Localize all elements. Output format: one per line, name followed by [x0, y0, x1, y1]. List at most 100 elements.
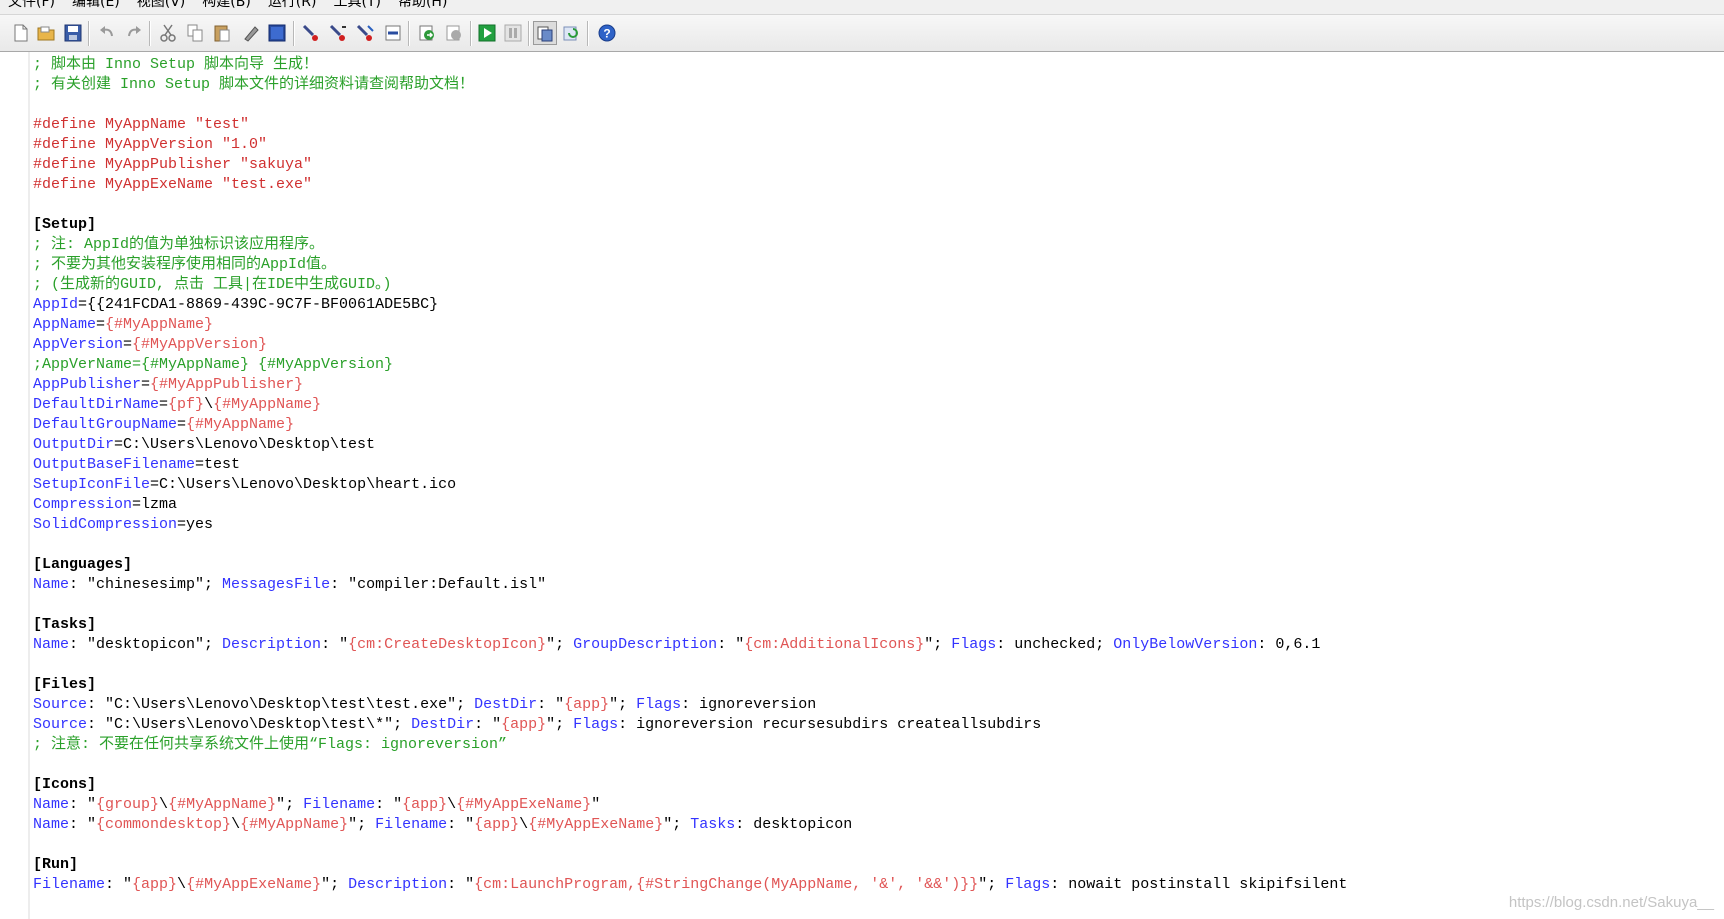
- code-token: [Run]: [33, 856, 79, 873]
- code-token: ";: [348, 816, 376, 833]
- code-token: : ": [474, 716, 502, 733]
- select-all-icon[interactable]: [266, 22, 288, 44]
- code-line: DefaultDirName={pf}\{#MyAppName}: [33, 395, 1347, 415]
- code-token: [Files]: [33, 676, 97, 693]
- stop-compile-icon[interactable]: [443, 22, 465, 44]
- code-line: Name: "{commondesktop}\{#MyAppName}"; Fi…: [33, 815, 1347, 835]
- code-token: {cm:LaunchProgram,{#StringChange(MyAppNa…: [474, 876, 979, 893]
- code-line: [Languages]: [33, 555, 1347, 575]
- redo-icon[interactable]: [123, 22, 145, 44]
- code-token: ={{241FCDA1-8869-439C-9C7F-BF0061ADE5BC}: [78, 296, 439, 313]
- menu-tools[interactable]: 工具(T): [333, 0, 380, 9]
- paste-icon[interactable]: [211, 22, 233, 44]
- code-token: : ": [537, 696, 565, 713]
- help-icon[interactable]: ?: [596, 22, 618, 44]
- code-token: Name: [33, 636, 70, 653]
- code-line: OutputBaseFilename=test: [33, 455, 1347, 475]
- code-line: ; 不要为其他安装程序使用相同的AppId值。: [33, 255, 1347, 275]
- code-line: Name: "{group}\{#MyAppName}"; Filename: …: [33, 795, 1347, 815]
- save-icon[interactable]: [62, 22, 84, 44]
- code-token: =test: [195, 456, 241, 473]
- code-token: Name: [33, 576, 70, 593]
- code-token: DefaultGroupName: [33, 416, 178, 433]
- code-line: #define MyAppExeName "test.exe": [33, 175, 1347, 195]
- code-token: DestDir: [474, 696, 538, 713]
- cut-icon[interactable]: [157, 22, 179, 44]
- code-line: #define MyAppVersion "1.0": [33, 135, 1347, 155]
- code-token: [Icons]: [33, 776, 97, 793]
- code-token: {#MyAppName}: [105, 316, 214, 333]
- code-token: : "compiler:Default.isl": [330, 576, 547, 593]
- code-token: ";: [276, 796, 304, 813]
- watermark: https://blog.csdn.net/Sakuya__: [1508, 894, 1714, 911]
- code-token: {#MyAppName}: [186, 416, 295, 433]
- copy-icon[interactable]: [184, 22, 206, 44]
- code-token: OnlyBelowVersion: [1113, 636, 1258, 653]
- code-token: : ": [69, 816, 97, 833]
- code-editor[interactable]: ; 脚本由 Inno Setup 脚本向导 生成！ ; 有关创建 Inno Set…: [0, 52, 1724, 919]
- code-token: \: [204, 396, 214, 413]
- pencil-icon[interactable]: [240, 22, 262, 44]
- uninstall-icon[interactable]: [560, 22, 582, 44]
- code-token: : "chinesesimp";: [69, 576, 223, 593]
- code-token: {#MyAppVersion}: [132, 336, 268, 353]
- code-token: {pf}: [168, 396, 205, 413]
- find-next-icon[interactable]: [327, 22, 349, 44]
- code-token: Source: [33, 716, 88, 733]
- code-token: {#MyAppName}: [240, 816, 349, 833]
- run-icon[interactable]: [476, 22, 498, 44]
- code-line: #define MyAppPublisher "sakuya": [33, 155, 1347, 175]
- code-token: : ": [447, 816, 475, 833]
- pause-icon[interactable]: [502, 22, 524, 44]
- code-token: {#MyAppExeName}: [186, 876, 322, 893]
- menu-build[interactable]: 构建(B): [202, 0, 251, 9]
- code-line: [Tasks]: [33, 615, 1347, 635]
- compile-icon[interactable]: [416, 22, 438, 44]
- menu-file[interactable]: 文件(F): [8, 0, 55, 9]
- code-token: \: [447, 796, 457, 813]
- code-token: Description: [222, 636, 322, 653]
- replace-icon[interactable]: [354, 22, 376, 44]
- code-token: =: [96, 316, 106, 333]
- goto-line-icon[interactable]: [382, 22, 404, 44]
- code-line: ; 注: AppId的值为单独标识该应用程序。: [33, 235, 1347, 255]
- code-token: {commondesktop}: [96, 816, 232, 833]
- code-token: =: [159, 396, 169, 413]
- code-token: : "desktopicon";: [69, 636, 223, 653]
- code-token: MessagesFile: [222, 576, 331, 593]
- code-token: Tasks: [690, 816, 736, 833]
- new-file-icon[interactable]: [10, 22, 32, 44]
- code-token: AppVersion: [33, 336, 124, 353]
- find-icon[interactable]: [300, 22, 322, 44]
- menu-run[interactable]: 运行(R): [268, 0, 317, 9]
- code-token: =: [177, 416, 187, 433]
- code-line: [Files]: [33, 675, 1347, 695]
- code-token: =C:\Users\Lenovo\Desktop\test: [114, 436, 376, 453]
- menu-edit[interactable]: 编辑(E): [72, 0, 120, 9]
- code-token: =lzma: [132, 496, 178, 513]
- code-token: : ": [69, 796, 97, 813]
- undo-icon[interactable]: [96, 22, 118, 44]
- menu-view[interactable]: 视图(V): [137, 0, 186, 9]
- code-token: AppPublisher: [33, 376, 142, 393]
- code-line: SetupIconFile=C:\Users\Lenovo\Desktop\he…: [33, 475, 1347, 495]
- gutter: [28, 52, 30, 919]
- open-file-icon[interactable]: [35, 22, 57, 44]
- code-token: ;AppVerName={#MyAppName} {#MyAppVersion}: [33, 356, 394, 373]
- code-line: #define MyAppName "test": [33, 115, 1347, 135]
- code-line: Name: "chinesesimp"; MessagesFile: "comp…: [33, 575, 1347, 595]
- code-token: DestDir: [411, 716, 475, 733]
- code-token: Source: [33, 696, 88, 713]
- code-token: ": [591, 796, 601, 813]
- code-token: GroupDescription: [573, 636, 718, 653]
- menu-help[interactable]: 帮助(H): [398, 0, 447, 9]
- code-token: AppName: [33, 316, 97, 333]
- code-token: {cm:AdditionalIcons}: [744, 636, 925, 653]
- script-text[interactable]: ; 脚本由 Inno Setup 脚本向导 生成！ ; 有关创建 Inno Set…: [33, 55, 1347, 895]
- code-token: #define MyAppPublisher "sakuya": [33, 156, 313, 173]
- code-token: : ignoreversion recursesubdirs createall…: [618, 716, 1042, 733]
- target-icon[interactable]: [533, 21, 557, 45]
